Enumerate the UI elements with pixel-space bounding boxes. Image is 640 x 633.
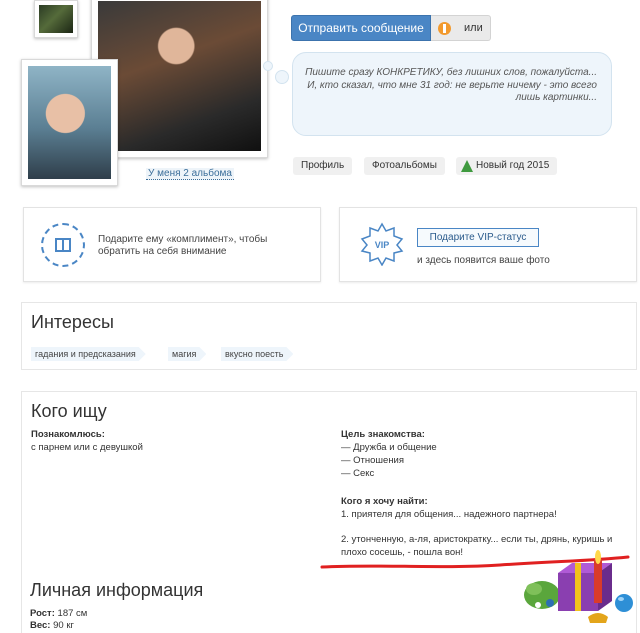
gift-box-icon	[41, 223, 85, 267]
meet-label: Познакомлюсь:	[31, 429, 105, 440]
thumbnail-photo[interactable]	[34, 0, 78, 38]
vip-text: и здесь появится ваше фото	[417, 255, 550, 266]
goal-item: — Дружба и общение	[341, 442, 437, 453]
goal-label: Цель знакомства:	[341, 429, 425, 440]
weight-value: 90 кг	[53, 620, 74, 631]
christmas-tree-icon	[461, 160, 473, 172]
vip-card: VIP Подарите VIP-статус и здесь появится…	[339, 207, 637, 282]
compliment-text: Подарите ему «комплимент», чтобы обратит…	[98, 234, 268, 257]
whom-item-1: 1. приятеля для общения... надежного пар…	[341, 509, 557, 520]
height-label: Рост:	[30, 608, 55, 619]
status-bubble: Пишите сразу КОНКРЕТИКУ, без лишних слов…	[292, 52, 612, 136]
height-row: Рост: 187 см	[30, 608, 87, 619]
gift-button[interactable]: или	[431, 15, 491, 41]
avatar-image	[28, 66, 111, 179]
interest-tag[interactable]: гадания и предсказания	[31, 347, 146, 361]
gift-vip-status-button[interactable]: Подарите VIP-статус	[417, 228, 539, 247]
whom-label: Кого я хочу найти:	[341, 496, 428, 507]
interest-tag[interactable]: магия	[168, 347, 206, 361]
interests-title: Интересы	[31, 312, 114, 332]
vip-badge-icon: VIP	[360, 222, 404, 267]
interests-section: Интересы гадания и предсказания магия вк…	[21, 302, 637, 370]
or-label: или	[464, 22, 483, 34]
tab-photoalbums[interactable]: Фотоальбомы	[364, 157, 445, 175]
goal-item: — Отношения	[341, 455, 405, 466]
vip-badge-label: VIP	[375, 240, 390, 250]
weight-label: Вес:	[30, 620, 51, 631]
status-text: Пишите сразу КОНКРЕТИКУ, без лишних слов…	[305, 67, 597, 103]
tab-new-year[interactable]: Новый год 2015	[456, 157, 558, 175]
thumbnail-image	[39, 5, 73, 33]
height-value: 187 см	[57, 608, 88, 619]
bubble-tail	[263, 61, 273, 71]
tab-new-year-label: Новый год 2015	[476, 160, 550, 171]
send-message-button[interactable]: Отправить сообщение	[291, 15, 431, 41]
interest-tag[interactable]: вкусно поесть	[221, 347, 293, 361]
tab-profile[interactable]: Профиль	[293, 157, 353, 175]
bubble-tail	[275, 70, 289, 84]
albums-link[interactable]: У меня 2 альбома	[146, 168, 234, 180]
main-photo-image	[98, 1, 261, 151]
meet-value: с парнем или с девушкой	[31, 442, 143, 453]
gift-candle-decoration	[524, 550, 633, 623]
gift-icon	[438, 22, 451, 35]
compliment-card[interactable]: Подарите ему «комплимент», чтобы обратит…	[23, 207, 321, 282]
personal-info-title: Личная информация	[30, 580, 204, 600]
weight-row: Вес: 90 кг	[30, 620, 74, 631]
goal-item: — Секс	[341, 468, 375, 479]
avatar-photo[interactable]	[21, 59, 118, 186]
looking-for-title: Кого ищу	[31, 401, 107, 421]
